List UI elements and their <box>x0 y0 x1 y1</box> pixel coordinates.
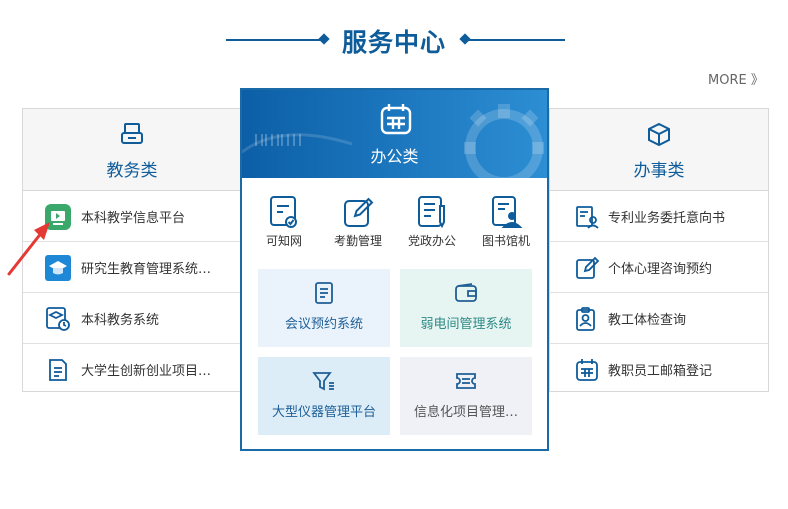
notepad-icon <box>312 281 336 305</box>
quick-link-label: 考勤管理 <box>333 234 382 248</box>
panel-affairs-title: 办事类 <box>633 161 685 181</box>
header-line-right <box>467 39 565 41</box>
quick-link-party-office[interactable]: 党政办公 <box>402 194 462 249</box>
panel-affairs-header: 办事类 <box>550 109 768 191</box>
wallet-icon <box>454 281 478 305</box>
tile-label: 会议预约系统 <box>284 317 363 332</box>
document-pen-icon <box>415 194 449 230</box>
tile-weak-current-room[interactable]: 弱电间管理系统 <box>400 269 532 347</box>
panel-office-title: 办公类 <box>370 147 419 166</box>
quick-link-attendance[interactable]: 考勤管理 <box>328 194 388 249</box>
tile-label: 大型仪器管理平台 <box>271 405 376 420</box>
header-line-left <box>226 39 322 41</box>
tile-large-instrument[interactable]: 大型仪器管理平台 <box>258 357 390 435</box>
list-item[interactable]: 大学生创新创业项目… <box>23 344 241 394</box>
calendar-icon <box>574 357 600 383</box>
panel-affairs: 办事类 专利业务委托意向书 个体心理咨询预约 教工体检查询 教职员工邮箱登记 <box>549 108 769 392</box>
printer-icon <box>119 121 145 151</box>
more-link[interactable]: MORE 》 <box>708 69 764 88</box>
list-item-label: 个体心理咨询预约 <box>608 262 713 277</box>
quick-link-label: 党政办公 <box>407 234 456 248</box>
list-item-label: 研究生教育管理系统… <box>81 262 212 277</box>
funnel-icon <box>312 369 336 393</box>
header-diamond-left <box>318 33 330 45</box>
list-item[interactable]: 教职员工邮箱登记 <box>550 344 768 394</box>
quick-link-cnki[interactable]: 可知网 <box>254 194 314 249</box>
list-item-label: 本科教务系统 <box>81 313 160 328</box>
page-title: 服务中心 <box>341 28 446 57</box>
list-item[interactable]: 教工体检查询 <box>550 293 768 344</box>
quick-link-library[interactable]: 图书馆机 <box>476 194 536 249</box>
doc-person-icon <box>574 204 600 230</box>
panel-office-banner: 办公类 <box>242 90 547 178</box>
calendar-icon <box>379 102 413 140</box>
list-item-label: 本科教学信息平台 <box>81 211 186 226</box>
list-item-label: 教职员工邮箱登记 <box>608 364 713 379</box>
annotation-arrow-icon <box>7 222 50 276</box>
list-item-label: 教工体检查询 <box>608 313 687 328</box>
panel-office: 办公类 可知网 考勤管理 党政办公 图书馆机 会议预约系统 弱电间管理系统 大型… <box>240 88 549 451</box>
edit-icon <box>574 255 600 281</box>
edit-icon <box>341 194 375 230</box>
list-item[interactable]: 本科教务系统 <box>23 293 241 344</box>
list-item-label: 大学生创新创业项目… <box>81 364 212 379</box>
list-item[interactable]: 个体心理咨询预约 <box>550 242 768 293</box>
quick-link-label: 图书馆机 <box>481 234 530 248</box>
document-icon <box>45 357 71 383</box>
quick-link-label: 可知网 <box>265 234 302 248</box>
cube-icon <box>646 121 672 151</box>
grad-clock-icon <box>45 306 71 332</box>
panel-academic-header: 教务类 <box>23 109 241 191</box>
panel-academic-title: 教务类 <box>106 161 158 181</box>
ticket-icon <box>454 369 478 393</box>
tile-it-project[interactable]: 信息化项目管理… <box>400 357 532 435</box>
tile-label: 弱电间管理系统 <box>420 317 512 332</box>
list-item[interactable]: 专利业务委托意向书 <box>550 191 768 242</box>
certificate-icon <box>267 194 301 230</box>
list-item-label: 专利业务委托意向书 <box>608 211 726 226</box>
tile-meeting-booking[interactable]: 会议预约系统 <box>258 269 390 347</box>
reader-icon <box>489 194 523 230</box>
tile-label: 信息化项目管理… <box>413 405 518 420</box>
clipboard-person-icon <box>574 306 600 332</box>
